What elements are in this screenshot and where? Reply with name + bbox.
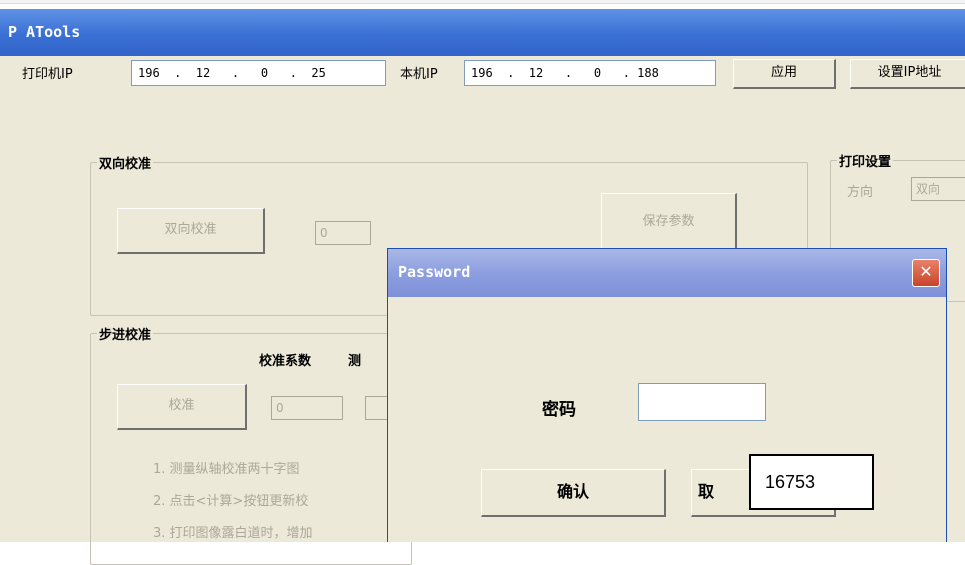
annotation-callout: 16753 bbox=[749, 454, 874, 510]
apply-button[interactable]: 应用 bbox=[733, 59, 836, 89]
window-titlebar[interactable]: P ATools bbox=[0, 9, 965, 56]
close-icon[interactable]: ✕ bbox=[912, 259, 940, 287]
step-group-caption: 步进校准 bbox=[97, 324, 154, 343]
local-ip-label: 本机IP bbox=[400, 67, 438, 82]
password-dialog-titlebar[interactable]: Password ✕ bbox=[388, 249, 946, 297]
step-note-1: 1. 测量纵轴校准两十字图 bbox=[153, 462, 300, 477]
printer-ip-label: 打印机IP bbox=[22, 67, 73, 82]
save-params-button[interactable]: 保存参数 bbox=[601, 193, 737, 253]
step-calibrate-button[interactable]: 校准 bbox=[117, 384, 247, 430]
top-edge bbox=[0, 0, 965, 4]
step-note-3: 3. 打印图像露白道时，增加 bbox=[153, 526, 313, 541]
step-value-field[interactable]: 0 bbox=[271, 396, 343, 420]
window-title: P ATools bbox=[8, 23, 81, 41]
printer-ip-field[interactable]: 196 . 12 . 0 . 25 bbox=[131, 60, 386, 86]
password-label: 密码 bbox=[542, 400, 576, 420]
step-note-2: 2. 点击<计算>按钮更新校 bbox=[153, 494, 309, 509]
password-dialog-title: Password bbox=[398, 263, 471, 281]
bidirectional-group-caption: 双向校准 bbox=[97, 153, 154, 172]
bidirectional-value-field[interactable]: 0 bbox=[315, 221, 371, 245]
step-calibration-group: 步进校准 校准系数 测 校准 0 1. 测量纵轴校准两十字图 2. 点击<计算>… bbox=[90, 324, 412, 565]
bidirectional-calibrate-button[interactable]: 双向校准 bbox=[117, 208, 265, 254]
measure-label: 测 bbox=[348, 354, 362, 369]
coefficient-label: 校准系数 bbox=[259, 354, 312, 369]
print-settings-caption: 打印设置 bbox=[837, 151, 894, 170]
set-ip-address-button[interactable]: 设置IP地址 bbox=[850, 59, 965, 89]
confirm-button[interactable]: 确认 bbox=[481, 469, 666, 517]
password-input[interactable] bbox=[638, 383, 766, 421]
direction-label: 方向 bbox=[847, 185, 874, 200]
local-ip-field[interactable]: 196 . 12 . 0 . 188 bbox=[464, 60, 716, 86]
direction-select[interactable]: 双向 bbox=[911, 177, 965, 201]
